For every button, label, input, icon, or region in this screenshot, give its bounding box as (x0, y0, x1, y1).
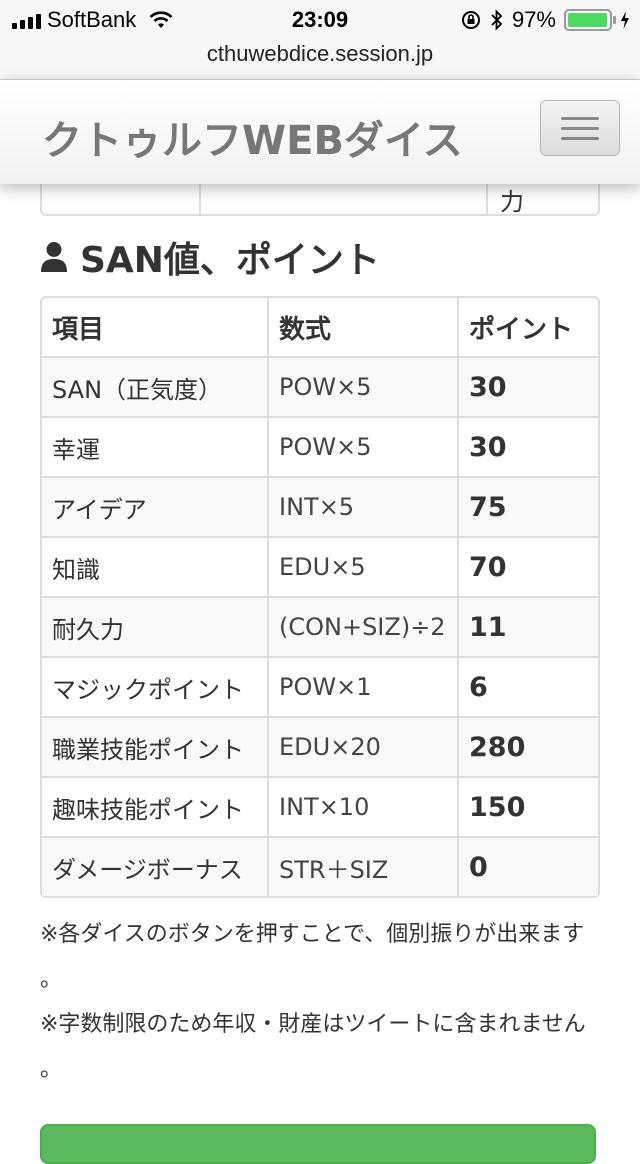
url-text: cthuwebdice.session.jp (206, 41, 434, 66)
status-right: 97% (460, 7, 630, 33)
note-line-end: 。 (40, 1057, 63, 1082)
notes: ※各ダイスのボタンを押すことで、個別振りが出来ます 。 ※字数制限のため年収・財… (40, 912, 600, 1092)
note-line-end: 。 (40, 967, 63, 992)
hamburger-icon-bar (561, 116, 599, 120)
cell-item: 職業技能ポイント (42, 716, 267, 776)
header-item: 項目 (52, 314, 105, 345)
charging-bolt-icon (621, 11, 629, 29)
cell-formula: (CON+SIZ)÷2 (267, 596, 457, 656)
note-line: ※字数制限のため年収・財産はツイートに含まれません (40, 1012, 586, 1037)
section-heading: SAN値、ポイント (40, 232, 380, 282)
cell-item: 趣味技能ポイント (42, 776, 267, 836)
table-row: 趣味技能ポイント INT×10 150 (42, 776, 598, 836)
cell-item: 幸運 (42, 416, 267, 476)
cell-item: マジックポイント (42, 656, 267, 716)
cell-item: SAN（正気度） (42, 356, 267, 416)
battery-percent: 97% (511, 7, 556, 32)
hamburger-icon-bar (561, 126, 599, 130)
cell-formula: INT×10 (267, 776, 457, 836)
site-navbar: クトゥルフWEBダイス (0, 80, 640, 184)
cell-point: 280 (457, 716, 598, 776)
san-points-table: 項目 数式 ポイント SAN（正気度） POW×5 30 幸運 POW×5 30… (40, 296, 600, 898)
orientation-lock-icon (461, 11, 480, 29)
user-icon (41, 242, 67, 272)
cell-item: 知識 (42, 536, 267, 596)
green-action-button[interactable] (40, 1124, 596, 1164)
cell-formula: POW×5 (267, 416, 457, 476)
table-row: ダメージボーナス STR＋SIZ 0 (42, 836, 598, 896)
table-row: マジックポイント POW×1 6 (42, 656, 598, 716)
cell-item: ダメージボーナス (42, 836, 267, 896)
header-formula: 数式 (267, 298, 457, 356)
cell-formula: EDU×20 (267, 716, 457, 776)
table-row: アイデア INT×5 75 (42, 476, 598, 536)
previous-table-cell-fragment: 力 (500, 188, 524, 216)
site-brand[interactable]: クトゥルフWEBダイス (42, 108, 463, 166)
cell-point: 11 (457, 596, 598, 656)
cell-formula: POW×1 (267, 656, 457, 716)
cell-formula: EDU×5 (267, 536, 457, 596)
address-bar[interactable]: cthuwebdice.session.jp (0, 40, 640, 80)
battery-icon (564, 9, 616, 31)
cell-point: 75 (457, 476, 598, 536)
section-title: SAN値、ポイント (80, 240, 380, 281)
cell-formula: POW×5 (267, 356, 457, 416)
cell-point: 150 (457, 776, 598, 836)
table-row: 耐久力 (CON+SIZ)÷2 11 (42, 596, 598, 656)
cell-item: 耐久力 (42, 596, 267, 656)
table-row: 知識 EDU×5 70 (42, 536, 598, 596)
cell-point: 70 (457, 536, 598, 596)
table-row: SAN（正気度） POW×5 30 (42, 356, 598, 416)
battery-fill (568, 13, 607, 27)
hamburger-icon-bar (561, 136, 599, 140)
cell-formula: INT×5 (267, 476, 457, 536)
cell-point: 6 (457, 656, 598, 716)
status-bar: SoftBank 23:09 97% (0, 0, 640, 40)
cell-item: アイデア (42, 476, 267, 536)
cell-formula: STR＋SIZ (267, 836, 457, 896)
cell-point: 0 (457, 836, 598, 896)
table-row: 職業技能ポイント EDU×20 280 (42, 716, 598, 776)
menu-toggle-button[interactable] (540, 100, 620, 156)
table-header-row: 項目 数式 ポイント (42, 298, 598, 356)
table-row: 幸運 POW×5 30 (42, 416, 598, 476)
note-line: ※各ダイスのボタンを押すことで、個別振りが出来ます (40, 922, 585, 947)
header-point: ポイント (457, 298, 598, 356)
cell-point: 30 (457, 416, 598, 476)
bluetooth-icon (491, 9, 503, 31)
cell-point: 30 (457, 356, 598, 416)
